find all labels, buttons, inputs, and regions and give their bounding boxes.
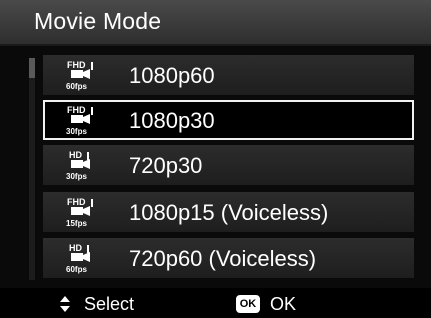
hd-60fps-movie-icon: HD 60fps: [66, 243, 90, 274]
fhd-60fps-movie-icon: FHD 60fps: [66, 60, 93, 91]
icon-top-text: FHD: [67, 197, 86, 207]
menu-item-720p60-voiceless[interactable]: HD 60fps 720p60 (Voiceless): [43, 238, 414, 278]
icon-top-text: HD: [69, 150, 82, 160]
page-title: Movie Mode: [34, 8, 162, 34]
icon-bottom-text: 30fps: [66, 172, 87, 181]
select-hint-label: Select: [84, 294, 135, 314]
menu-item-label: 720p60 (Voiceless): [129, 246, 317, 271]
menu-item-1080p30[interactable]: FHD 30fps 1080p30: [43, 100, 414, 140]
menu-item-label: 1080p60: [129, 63, 215, 88]
fhd-15fps-movie-icon: FHD 15fps: [66, 197, 93, 228]
menu-item-1080p15-voiceless[interactable]: FHD 15fps 1080p15 (Voiceless): [43, 192, 414, 232]
icon-bottom-text: 60fps: [66, 265, 87, 274]
menu-item-label: 1080p15 (Voiceless): [129, 200, 329, 225]
menu-item-label: 720p30: [129, 153, 203, 178]
scroll-thumb[interactable]: [29, 58, 35, 78]
menu-item-720p30[interactable]: HD 30fps 720p30: [43, 145, 414, 185]
menu-item-1080p60[interactable]: FHD 60fps 1080p60: [43, 55, 414, 95]
fhd-30fps-movie-icon: FHD 30fps: [66, 105, 93, 136]
icon-bottom-text: 15fps: [66, 219, 87, 228]
title-bar: Movie Mode: [0, 0, 431, 46]
hd-30fps-movie-icon: HD 30fps: [66, 150, 90, 181]
up-down-arrows-icon: [60, 296, 70, 312]
camera-menu-screen: Movie Mode FHD 60fps 1080p60 FHD 30fps 1…: [0, 0, 431, 318]
ok-hint-label: OK: [270, 294, 297, 314]
footer-hint-bar: Select OK OK: [0, 290, 431, 318]
icon-top-text: FHD: [67, 60, 86, 70]
icon-top-text: FHD: [67, 105, 86, 115]
icon-bottom-text: 30fps: [66, 127, 87, 136]
icon-bottom-text: 60fps: [66, 82, 87, 91]
menu-item-label: 1080p30: [129, 108, 215, 133]
ok-button-icon: OK: [236, 295, 260, 313]
icon-top-text: HD: [69, 243, 82, 253]
scrollbar[interactable]: [29, 58, 35, 280]
